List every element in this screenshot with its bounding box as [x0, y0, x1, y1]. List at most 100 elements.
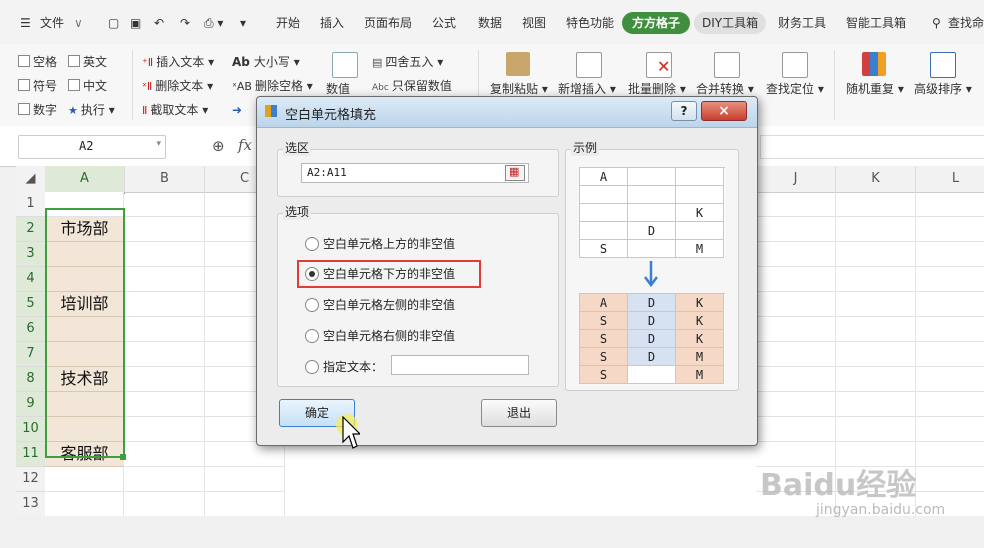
- grid-cell[interactable]: [916, 192, 984, 217]
- grid-cell[interactable]: [756, 417, 836, 442]
- grid-cell[interactable]: [916, 317, 984, 342]
- grid-cell[interactable]: [836, 367, 916, 392]
- dialog-titlebar[interactable]: 空白单元格填充 ? ×: [257, 97, 757, 128]
- grid-cell[interactable]: [125, 467, 205, 492]
- round-button[interactable]: ▤ 四舍五入 ▾: [372, 53, 443, 71]
- range-picker-button[interactable]: ▦: [505, 165, 525, 181]
- column-header-l[interactable]: L: [916, 166, 984, 193]
- grid-cell[interactable]: [125, 392, 205, 417]
- grid-cell[interactable]: [916, 217, 984, 242]
- checkbox-english[interactable]: 英文: [68, 53, 107, 71]
- cell-a12[interactable]: [45, 467, 124, 492]
- grid-cell[interactable]: [756, 267, 836, 292]
- grid-cell[interactable]: [205, 492, 285, 516]
- grid-cell[interactable]: [916, 342, 984, 367]
- find-locate-button[interactable]: 查找定位 ▾: [766, 80, 824, 98]
- chevron-down-icon[interactable]: ▾: [156, 139, 161, 149]
- radio-fill-from-above[interactable]: [305, 237, 319, 251]
- grid-cell[interactable]: [756, 192, 836, 217]
- grid-cell[interactable]: [205, 467, 285, 492]
- grid-cell[interactable]: [836, 192, 916, 217]
- radio-custom-text[interactable]: [305, 360, 319, 374]
- search-icon[interactable]: ⚲: [932, 12, 941, 34]
- grid-cell[interactable]: [756, 317, 836, 342]
- menu-icon[interactable]: ☰: [20, 12, 31, 34]
- tab-diy-toolbox[interactable]: DIY工具箱: [694, 12, 767, 34]
- merge-convert-icon[interactable]: [714, 52, 740, 78]
- row-header-2[interactable]: 2: [16, 217, 46, 242]
- file-menu[interactable]: 文件: [40, 12, 64, 34]
- grid-cell[interactable]: [125, 217, 205, 242]
- keep-numbers-button[interactable]: Abc 只保留数值: [372, 77, 452, 95]
- column-header-k[interactable]: K: [836, 166, 916, 193]
- numeric-icon[interactable]: [332, 52, 358, 78]
- checkbox-symbol[interactable]: 符号: [18, 77, 57, 95]
- cell-a5[interactable]: 培训部: [45, 292, 124, 317]
- grid-cell[interactable]: [125, 417, 205, 442]
- delete-text-button[interactable]: ˣⅡ 删除文本 ▾: [142, 77, 213, 95]
- grid-cell[interactable]: [756, 217, 836, 242]
- grid-cell[interactable]: [916, 417, 984, 442]
- row-header-5[interactable]: 5: [16, 292, 46, 317]
- grid-cell[interactable]: [836, 417, 916, 442]
- tab-page-layout[interactable]: 页面布局: [364, 12, 412, 34]
- find-command[interactable]: 查找命: [948, 12, 984, 34]
- advanced-sort-button[interactable]: 高级排序 ▾: [914, 80, 972, 98]
- more-icon[interactable]: ▾: [240, 12, 246, 34]
- grid-cell[interactable]: [125, 367, 205, 392]
- grid-cell[interactable]: [756, 292, 836, 317]
- cell-a6[interactable]: [45, 317, 124, 342]
- extract-text-button[interactable]: Ⅱ 截取文本 ▾: [142, 101, 208, 119]
- range-input[interactable]: A2:A11: [301, 163, 529, 183]
- grid-cell[interactable]: [756, 342, 836, 367]
- cell-a2[interactable]: 市场部: [45, 217, 124, 242]
- row-header-7[interactable]: 7: [16, 342, 46, 367]
- column-header-j[interactable]: J: [756, 166, 836, 193]
- cell-a13[interactable]: [45, 492, 124, 516]
- grid-cell[interactable]: [125, 342, 205, 367]
- tab-home[interactable]: 开始: [276, 12, 300, 34]
- grid-cell[interactable]: [916, 242, 984, 267]
- tab-insert[interactable]: 插入: [320, 12, 344, 34]
- row-header-13[interactable]: 13: [16, 492, 46, 516]
- grid-cell[interactable]: [916, 292, 984, 317]
- help-button[interactable]: ?: [671, 101, 697, 121]
- case-button[interactable]: Ab 大小写 ▾: [232, 53, 300, 71]
- checkbox-number[interactable]: 数字: [18, 101, 57, 119]
- grid-cell[interactable]: [125, 267, 205, 292]
- custom-text-input[interactable]: [391, 355, 529, 375]
- grid-cell[interactable]: [756, 367, 836, 392]
- close-button[interactable]: ×: [701, 101, 747, 121]
- print-icon[interactable]: ⎙ ▾: [204, 12, 223, 34]
- tab-special[interactable]: 特色功能: [566, 12, 614, 34]
- arrow-icon[interactable]: ➜: [232, 101, 242, 119]
- column-header-a[interactable]: A: [45, 166, 125, 194]
- name-box[interactable]: A2 ▾: [18, 135, 166, 159]
- grid-cell[interactable]: [125, 442, 205, 467]
- tab-data[interactable]: 数据: [478, 12, 502, 34]
- cell-a8[interactable]: 技术部: [45, 367, 124, 392]
- cell-a10[interactable]: [45, 417, 124, 442]
- radio-fill-from-right[interactable]: [305, 329, 319, 343]
- row-header-10[interactable]: 10: [16, 417, 46, 442]
- grid-cell[interactable]: [836, 392, 916, 417]
- random-repeat-button[interactable]: 随机重复 ▾: [846, 80, 904, 98]
- cell-a4[interactable]: [45, 267, 124, 292]
- random-repeat-icon[interactable]: [862, 52, 886, 76]
- grid-cell[interactable]: [756, 242, 836, 267]
- tab-smart-toolbox[interactable]: 智能工具箱: [846, 12, 906, 34]
- radio-fill-from-left[interactable]: [305, 298, 319, 312]
- tab-finance[interactable]: 财务工具: [778, 12, 826, 34]
- new-doc-icon[interactable]: ▢: [108, 12, 119, 34]
- grid-cell[interactable]: [756, 392, 836, 417]
- checkbox-chinese[interactable]: 中文: [68, 77, 107, 95]
- row-header-8[interactable]: 8: [16, 367, 46, 392]
- grid-cell[interactable]: [836, 292, 916, 317]
- cell-a1[interactable]: [45, 192, 124, 217]
- cell-a3[interactable]: [45, 242, 124, 267]
- tab-fangfang[interactable]: 方方格子: [622, 12, 691, 34]
- fill-handle[interactable]: [120, 454, 126, 460]
- cell-a9[interactable]: [45, 392, 124, 417]
- grid-cell[interactable]: [125, 292, 205, 317]
- redo-icon[interactable]: ↷: [180, 12, 190, 34]
